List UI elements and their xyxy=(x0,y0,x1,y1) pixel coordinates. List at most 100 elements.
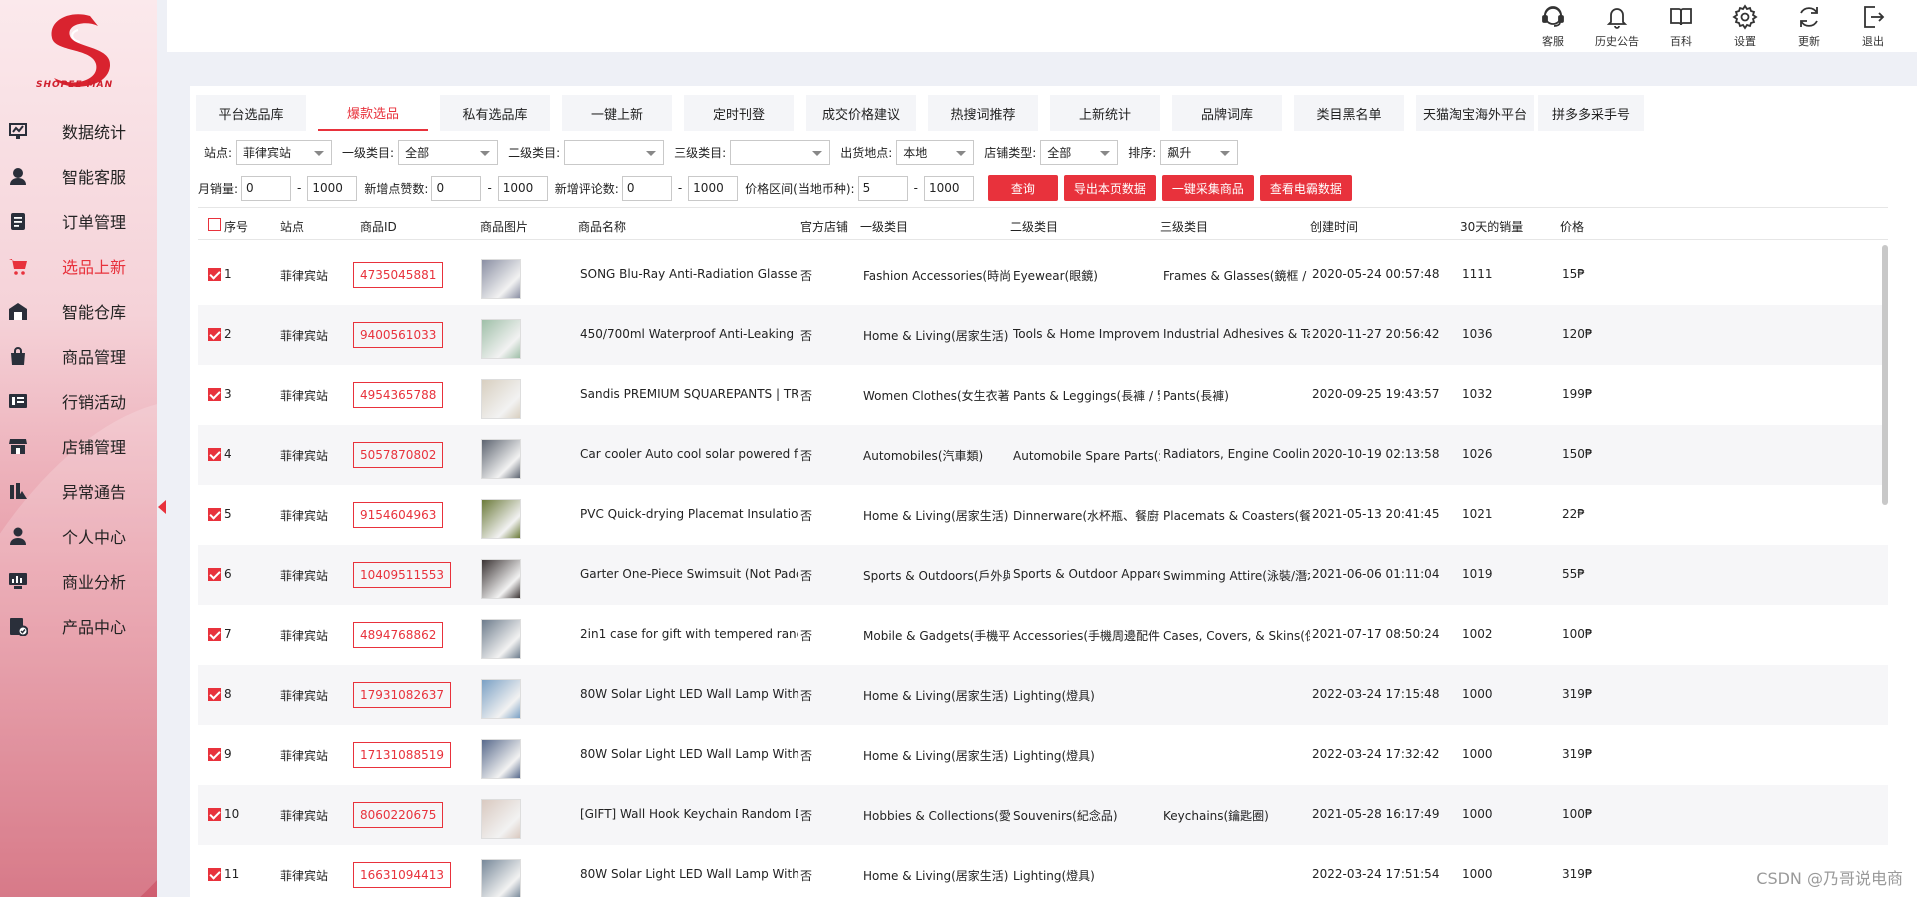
product-id-link[interactable]: 4735045881 xyxy=(353,262,444,288)
sidebar-item-9[interactable]: 异常通告 xyxy=(0,468,157,513)
sidebar-item-4[interactable]: 选品上新 xyxy=(0,243,157,288)
sidebar-item-12[interactable]: 产品中心 xyxy=(0,603,157,648)
product-id-link[interactable]: 10409511553 xyxy=(353,562,451,588)
sidebar-item-5[interactable]: 智能仓库 xyxy=(0,288,157,333)
likes-min-input[interactable]: 0 xyxy=(431,175,482,201)
monthly-max-input[interactable]: 1000 xyxy=(307,175,358,201)
row-checkbox[interactable] xyxy=(208,388,221,401)
sidebar-item-1[interactable]: 数据统计 xyxy=(0,108,157,153)
table-row[interactable]: 4 菲律宾站 5057870802 Car cooler Auto cool sola… xyxy=(198,425,1888,485)
table-row[interactable]: 5 菲律宾站 9154604963 PVC Quick-drying Placemat… xyxy=(198,485,1888,545)
table-row[interactable]: 9 菲律宾站 17131088519 80W Solar Light LED Wall… xyxy=(198,725,1888,785)
table-row[interactable]: 6 菲律宾站 10409511553 Garter One-Piece Swimsui… xyxy=(198,545,1888,605)
top-action-refresh[interactable]: 更新 xyxy=(1777,2,1841,49)
gear-icon xyxy=(1732,4,1758,30)
top-action-logout[interactable]: 退出 xyxy=(1841,2,1905,49)
product-id-link[interactable]: 9154604963 xyxy=(353,502,444,528)
row-checkbox[interactable] xyxy=(208,688,221,701)
export-button[interactable]: 导出本页数据 xyxy=(1063,175,1156,201)
product-image[interactable] xyxy=(481,799,521,839)
select-all-checkbox[interactable] xyxy=(208,218,221,231)
product-image[interactable] xyxy=(481,259,521,299)
product-id-link[interactable]: 9400561033 xyxy=(353,322,444,348)
row-checkbox[interactable] xyxy=(208,268,221,281)
tab-10[interactable]: 类目黑名单 xyxy=(1294,95,1404,131)
product-image[interactable] xyxy=(481,499,521,539)
sidebar-nav: 数据统计 智能客服 订单管理 选品上新 智能仓库 商品管理 行销活动 店铺管理 异常通告 个人中心… xyxy=(0,108,157,648)
product-image[interactable] xyxy=(481,739,521,779)
table-row[interactable]: 8 菲律宾站 17931082637 80W Solar Light LED Wall… xyxy=(198,665,1888,725)
row-checkbox[interactable] xyxy=(208,508,221,521)
tab-12[interactable]: 拼多多采手号 xyxy=(1538,95,1644,131)
product-id-link[interactable]: 17131088519 xyxy=(353,742,451,768)
table-row[interactable]: 3 菲律宾站 4954365788 Sandis PREMIUM SQUAREPANT… xyxy=(198,365,1888,425)
product-image[interactable] xyxy=(481,319,521,359)
ship-select[interactable]: 本地 xyxy=(896,139,975,165)
row-site: 菲律宾站 xyxy=(280,389,329,403)
tab-1[interactable]: 平台选品库 xyxy=(196,95,306,131)
tab-9[interactable]: 品牌词库 xyxy=(1172,95,1282,131)
price: 319₱ xyxy=(1562,867,1593,881)
sidebar-item-8[interactable]: 店铺管理 xyxy=(0,423,157,468)
row-checkbox[interactable] xyxy=(208,748,221,761)
price-max-input[interactable]: 1000 xyxy=(923,175,974,201)
row-checkbox[interactable] xyxy=(208,868,221,881)
product-image[interactable] xyxy=(481,439,521,479)
tab-11[interactable]: 天猫淘宝海外平台 xyxy=(1416,95,1534,131)
cat1-select[interactable]: 全部 xyxy=(398,139,499,165)
product-id-link[interactable]: 8060220675 xyxy=(353,802,444,828)
sidebar-item-2[interactable]: 智能客服 xyxy=(0,153,157,198)
product-id-link[interactable]: 4894768862 xyxy=(353,622,444,648)
table-row[interactable]: 7 菲律宾站 4894768862 2in1 case for gift with t… xyxy=(198,605,1888,665)
table-row[interactable]: 1 菲律宾站 4735045881 SONG Blu-Ray Anti-Radiati… xyxy=(198,245,1888,305)
row-checkbox[interactable] xyxy=(208,448,221,461)
tab-7[interactable]: 热搜词推荐 xyxy=(928,95,1038,131)
reviews-min-input[interactable]: 0 xyxy=(621,175,672,201)
monthly-min-input[interactable]: 0 xyxy=(241,175,292,201)
table-row[interactable]: 2 菲律宾站 9400561033 450/700ml Waterproof Anti… xyxy=(198,305,1888,365)
table-row[interactable]: 10 菲律宾站 8060220675 [GIFT] Wall Hook Keychai… xyxy=(198,785,1888,845)
collect-button[interactable]: 一键采集商品 xyxy=(1161,175,1254,201)
row-checkbox[interactable] xyxy=(208,808,221,821)
table-row[interactable]: 11 菲律宾站 16631094413 80W Solar Light LED Wal… xyxy=(198,845,1888,897)
top-action-bell[interactable]: 历史公告 xyxy=(1585,2,1649,49)
product-image[interactable] xyxy=(481,559,521,599)
product-image[interactable] xyxy=(481,679,521,719)
likes-max-input[interactable]: 1000 xyxy=(497,175,548,201)
tab-2[interactable]: 爆款选品 xyxy=(318,95,428,131)
top-action-gear[interactable]: 设置 xyxy=(1713,2,1777,49)
product-id-link[interactable]: 17931082637 xyxy=(353,682,451,708)
tab-3[interactable]: 私有选品库 xyxy=(440,95,550,131)
top-action-headset[interactable]: 客服 xyxy=(1521,2,1585,49)
product-id-link[interactable]: 4954365788 xyxy=(353,382,444,408)
sidebar-item-7[interactable]: 行销活动 xyxy=(0,378,157,423)
vertical-scrollbar[interactable] xyxy=(1882,245,1888,505)
shoptype-select[interactable]: 全部 xyxy=(1040,139,1119,165)
product-id-link[interactable]: 16631094413 xyxy=(353,862,451,888)
row-checkbox[interactable] xyxy=(208,328,221,341)
reviews-max-input[interactable]: 1000 xyxy=(688,175,739,201)
view-data-button[interactable]: 查看电霸数据 xyxy=(1259,175,1352,201)
product-id-link[interactable]: 5057870802 xyxy=(353,442,444,468)
row-checkbox[interactable] xyxy=(208,628,221,641)
top-action-book[interactable]: 百科 xyxy=(1649,2,1713,49)
cat3-select[interactable] xyxy=(730,139,831,165)
product-image[interactable] xyxy=(481,859,521,897)
product-image[interactable] xyxy=(481,619,521,659)
tab-6[interactable]: 成交价格建议 xyxy=(806,95,916,131)
row-checkbox[interactable] xyxy=(208,568,221,581)
tab-4[interactable]: 一键上新 xyxy=(562,95,672,131)
sidebar-item-6[interactable]: 商品管理 xyxy=(0,333,157,378)
query-button[interactable]: 查询 xyxy=(987,175,1058,201)
cat2-select[interactable] xyxy=(564,139,665,165)
tab-5[interactable]: 定时刊登 xyxy=(684,95,794,131)
product-image[interactable] xyxy=(481,379,521,419)
sidebar-item-10[interactable]: 个人中心 xyxy=(0,513,157,558)
tab-8[interactable]: 上新统计 xyxy=(1050,95,1160,131)
sidebar-item-3[interactable]: 订单管理 xyxy=(0,198,157,243)
sidebar-item-11[interactable]: 商业分析 xyxy=(0,558,157,603)
price-min-input[interactable]: 5 xyxy=(857,175,908,201)
collapse-arrow-icon[interactable] xyxy=(158,500,166,514)
sort-select[interactable]: 飙升 xyxy=(1160,139,1239,165)
site-select[interactable]: 菲律宾站 xyxy=(236,139,333,165)
